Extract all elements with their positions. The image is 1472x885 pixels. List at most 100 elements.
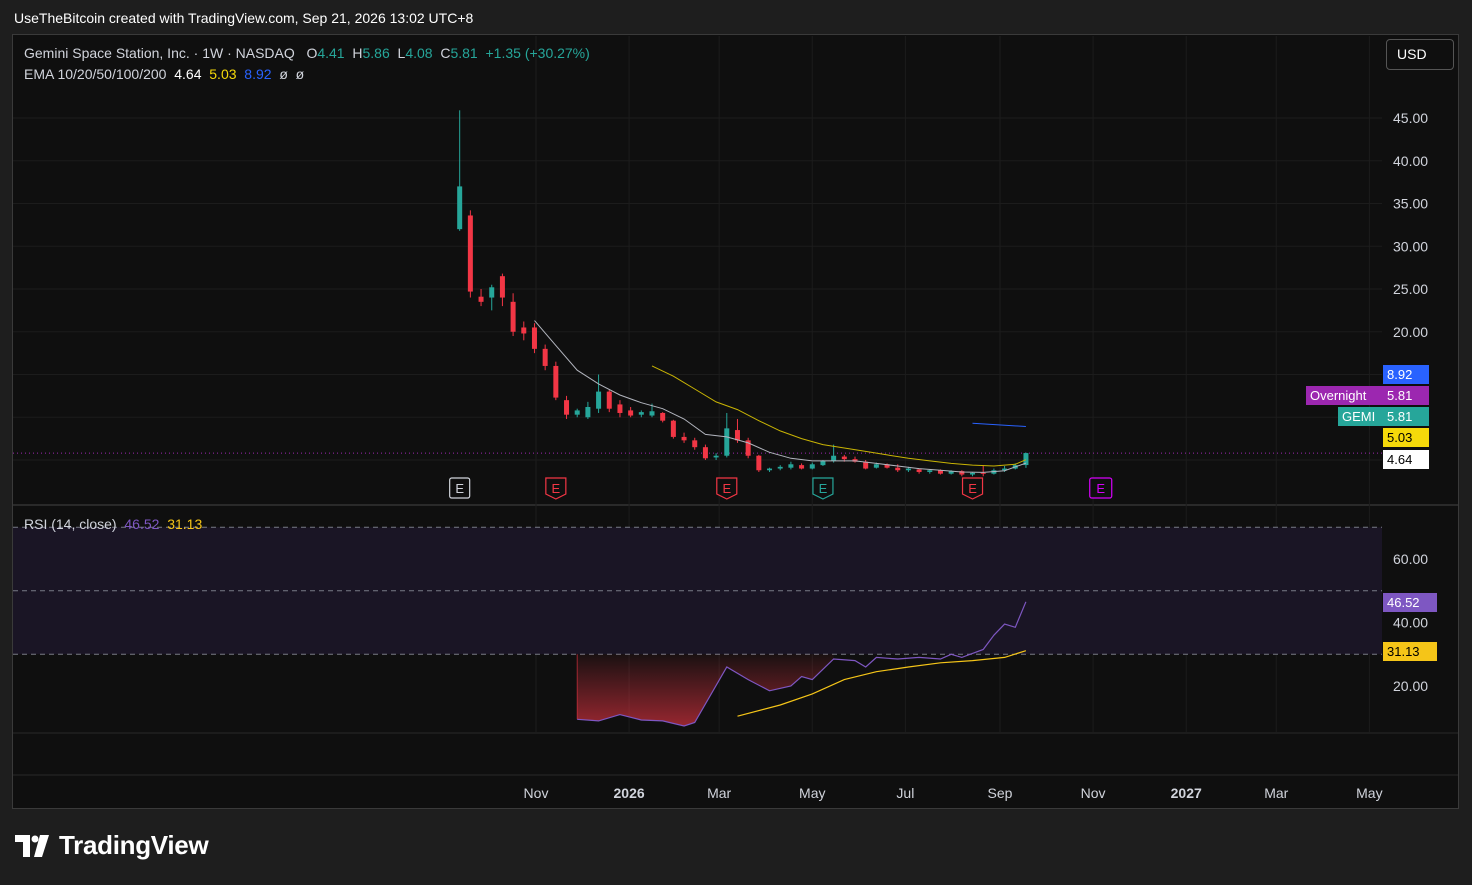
ema-label: EMA 10/20/50/100/200 bbox=[24, 66, 167, 82]
rsi-ma-price-tag: 31.13 bbox=[1383, 642, 1437, 661]
close-label: C bbox=[440, 45, 451, 61]
candle-body[interactable] bbox=[905, 468, 911, 471]
candle-body[interactable] bbox=[499, 276, 505, 298]
candle-body[interactable] bbox=[970, 472, 976, 475]
earnings-marker-letter: E bbox=[722, 481, 731, 496]
rsi-label: RSI (14, close) bbox=[24, 516, 117, 532]
candle-body[interactable] bbox=[927, 470, 933, 472]
x-tick-label: Mar bbox=[707, 785, 731, 801]
candle-body[interactable] bbox=[628, 410, 634, 416]
low-value: 4.08 bbox=[405, 45, 433, 61]
earnings-marker-letter: E bbox=[552, 481, 561, 496]
candle-body[interactable] bbox=[734, 430, 740, 441]
candle-body[interactable] bbox=[681, 436, 687, 441]
tradingview-brand[interactable]: TradingView bbox=[15, 830, 209, 861]
candle-body[interactable] bbox=[531, 327, 537, 349]
ema100-value: ø bbox=[279, 66, 288, 82]
candle-body[interactable] bbox=[553, 365, 559, 398]
overnight-price-tag: 5.81 bbox=[1383, 386, 1429, 405]
high-value: 5.86 bbox=[362, 45, 390, 61]
candle-body[interactable] bbox=[510, 301, 516, 332]
ema10-price-tag: 4.64 bbox=[1383, 450, 1429, 469]
rsi-price-tag: 46.52 bbox=[1383, 593, 1437, 612]
x-tick-label: 2026 bbox=[614, 785, 645, 801]
x-tick-label: Mar bbox=[1264, 785, 1288, 801]
ema200-value: ø bbox=[295, 66, 305, 82]
candle-body[interactable] bbox=[617, 404, 623, 413]
price-tick-label: 30.00 bbox=[1393, 238, 1428, 254]
brand-name: TradingView bbox=[59, 830, 209, 860]
ema20-price-tag: 5.03 bbox=[1383, 428, 1429, 447]
candle-body[interactable] bbox=[478, 296, 484, 302]
candle-body[interactable] bbox=[809, 464, 815, 469]
candle-body[interactable] bbox=[702, 447, 708, 459]
candle-body[interactable] bbox=[777, 466, 783, 469]
symbol-legend: Gemini Space Station, Inc. · 1W · NASDAQ… bbox=[24, 45, 590, 61]
candle-body[interactable] bbox=[788, 464, 794, 468]
candle-body[interactable] bbox=[895, 467, 901, 471]
earnings-marker-letter: E bbox=[968, 481, 977, 496]
candle-body[interactable] bbox=[574, 410, 580, 415]
candle-body[interactable] bbox=[980, 472, 986, 474]
candle-body[interactable] bbox=[585, 406, 591, 418]
candle-body[interactable] bbox=[916, 469, 922, 472]
chart-canvas[interactable]: Nov 2026 Mar May Jul Sep Nov 2027 Mar May 45.00 40.… bbox=[0, 0, 1472, 885]
ema20-line bbox=[651, 365, 1027, 467]
tradingview-logo-icon bbox=[15, 834, 49, 857]
candle-body[interactable] bbox=[713, 455, 719, 458]
candle-body[interactable] bbox=[606, 391, 612, 409]
rsi-tick-label: 20.00 bbox=[1393, 678, 1428, 694]
ema10-value: 4.64 bbox=[174, 66, 202, 82]
price-tick-label: 40.00 bbox=[1393, 153, 1428, 169]
candle-body[interactable] bbox=[542, 348, 548, 366]
candle-body[interactable] bbox=[724, 428, 730, 456]
candle-body[interactable] bbox=[873, 464, 879, 468]
rsi-tick-label: 60.00 bbox=[1393, 551, 1428, 567]
ema50-line bbox=[972, 422, 1026, 427]
earnings-marker-letter: E bbox=[819, 481, 828, 496]
close-value: 5.81 bbox=[450, 45, 478, 61]
rsi-ma-value: 31.13 bbox=[167, 516, 203, 532]
candle-body[interactable] bbox=[799, 465, 805, 469]
candle-body[interactable] bbox=[756, 455, 762, 471]
price-tick-label: 25.00 bbox=[1393, 281, 1428, 297]
candle-body[interactable] bbox=[638, 412, 644, 415]
x-tick-label: Nov bbox=[1081, 785, 1106, 801]
candle-body[interactable] bbox=[521, 327, 527, 334]
rsi-value: 46.52 bbox=[124, 516, 160, 532]
candle-body[interactable] bbox=[467, 215, 473, 292]
candle-body[interactable] bbox=[767, 468, 773, 471]
open-label: O bbox=[306, 45, 318, 61]
ema50-price-tag: 8.92 bbox=[1383, 365, 1429, 384]
earnings-marker-letter: E bbox=[1096, 481, 1105, 496]
candle-body[interactable] bbox=[457, 186, 463, 230]
candle-body[interactable] bbox=[489, 287, 495, 298]
currency-button[interactable]: USD bbox=[1386, 39, 1454, 70]
rsi-legend: RSI (14, close) 46.52 31.13 bbox=[24, 516, 202, 532]
x-tick-label: Nov bbox=[524, 785, 549, 801]
x-tick-label: Sep bbox=[988, 785, 1013, 801]
overnight-label-tag: Overnight bbox=[1306, 386, 1383, 405]
candle-body[interactable] bbox=[649, 411, 655, 416]
high-label: H bbox=[352, 45, 363, 61]
ticker-tag: GEMI bbox=[1338, 407, 1383, 426]
candle-body[interactable] bbox=[841, 456, 847, 460]
last-price-tag: 5.81 bbox=[1383, 407, 1429, 426]
rsi-tick-label: 40.00 bbox=[1393, 615, 1428, 631]
candle-body[interactable] bbox=[692, 440, 698, 448]
candle-body[interactable] bbox=[670, 420, 676, 437]
ema20-value: 5.03 bbox=[209, 66, 237, 82]
price-tick-label: 20.00 bbox=[1393, 324, 1428, 340]
earnings-marker-letter: E bbox=[455, 481, 464, 496]
x-tick-label: May bbox=[1356, 785, 1382, 801]
candle-body[interactable] bbox=[660, 412, 666, 421]
candle-body[interactable] bbox=[564, 400, 570, 415]
x-tick-label: Jul bbox=[896, 785, 914, 801]
candle-body[interactable] bbox=[820, 460, 826, 466]
candle-body[interactable] bbox=[831, 455, 837, 461]
candle-body[interactable] bbox=[596, 391, 602, 409]
price-tick-label: 35.00 bbox=[1393, 196, 1428, 212]
change-value: +1.35 (+30.27%) bbox=[485, 45, 590, 61]
ema50-value: 8.92 bbox=[244, 66, 272, 82]
price-tick-label: 45.00 bbox=[1393, 110, 1428, 126]
